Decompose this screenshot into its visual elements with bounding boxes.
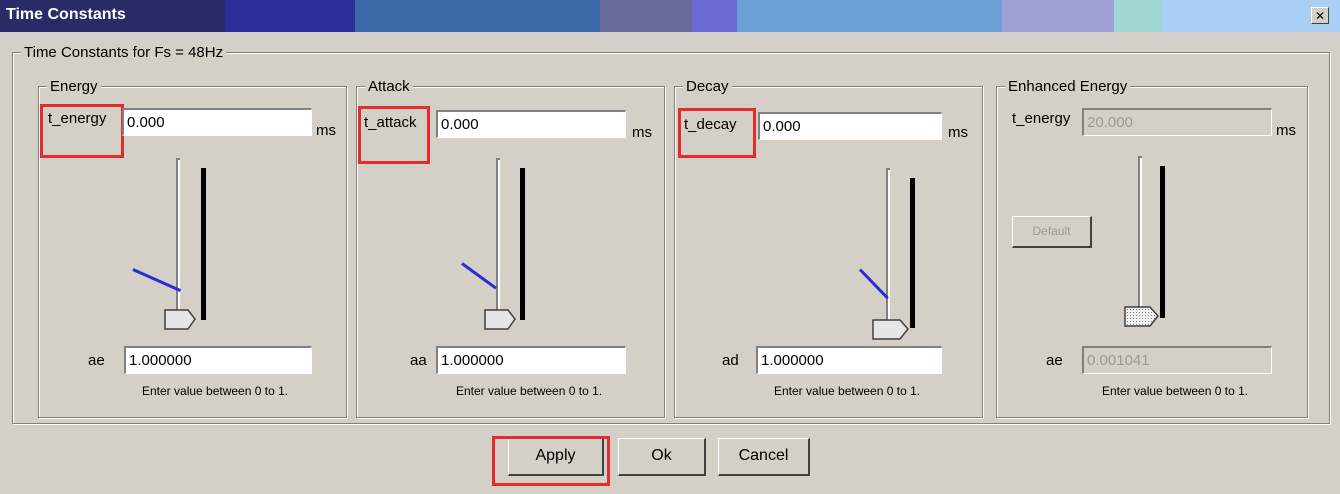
decay-slider-thumb[interactable] [872, 319, 910, 341]
enhanced-slider-thumb[interactable] [1124, 306, 1160, 328]
energy-slider-thumb[interactable] [164, 309, 196, 331]
attack-level-bar [520, 168, 525, 320]
title-bar[interactable]: Time Constants ✕ [0, 0, 1340, 32]
ad-label: ad [722, 352, 739, 369]
t-attack-input[interactable] [436, 110, 626, 138]
t-energy-enhanced-unit: ms [1276, 122, 1296, 139]
t-attack-unit: ms [632, 124, 652, 141]
window-title: Time Constants [6, 6, 126, 23]
energy-legend: Energy [47, 78, 101, 95]
t-energy-enhanced-label: t_energy [1012, 110, 1071, 127]
close-button[interactable]: ✕ [1311, 7, 1329, 24]
energy-slider-track[interactable] [176, 158, 180, 324]
ae-enhanced-input[interactable] [1082, 346, 1272, 374]
attack-slider-track[interactable] [496, 158, 500, 324]
t-decay-input[interactable] [758, 112, 942, 140]
ae-hint: Enter value between 0 to 1. [142, 384, 289, 398]
attack-legend: Attack [365, 78, 413, 95]
energy-level-bar [201, 168, 206, 320]
time-constants-legend: Time Constants for Fs = 48Hz [21, 44, 227, 61]
t-energy-enhanced-input[interactable] [1082, 108, 1272, 136]
aa-input[interactable] [436, 346, 626, 374]
apply-highlight [492, 436, 610, 486]
decay-legend: Decay [683, 78, 732, 95]
t-decay-unit: ms [948, 124, 968, 141]
dialog-body: Time Constants for Fs = 48Hz Energy t_en… [0, 32, 1340, 494]
aa-hint: Enter value between 0 to 1. [456, 384, 603, 398]
ad-input[interactable] [756, 346, 942, 374]
enhanced-slider-track[interactable] [1138, 156, 1142, 322]
ok-button[interactable]: Ok [618, 438, 706, 476]
cancel-button[interactable]: Cancel [718, 438, 810, 476]
t-attack-highlight [358, 106, 430, 164]
ae-input[interactable] [124, 346, 312, 374]
t-energy-input[interactable] [122, 108, 312, 136]
ae-label: ae [88, 352, 105, 369]
t-energy-highlight [40, 104, 124, 158]
aa-label: aa [410, 352, 427, 369]
decay-level-bar [910, 178, 915, 328]
enhanced-energy-legend: Enhanced Energy [1005, 78, 1131, 95]
ae-enhanced-label: ae [1046, 352, 1063, 369]
close-icon: ✕ [1314, 9, 1326, 23]
attack-slider-thumb[interactable] [484, 309, 516, 331]
t-energy-unit: ms [316, 122, 336, 139]
ad-hint: Enter value between 0 to 1. [774, 384, 921, 398]
decay-slider-track[interactable] [886, 168, 890, 336]
enhanced-level-bar [1160, 166, 1165, 318]
ae-enhanced-hint: Enter value between 0 to 1. [1102, 384, 1249, 398]
default-button[interactable]: Default [1012, 216, 1092, 248]
t-decay-highlight [678, 108, 756, 158]
